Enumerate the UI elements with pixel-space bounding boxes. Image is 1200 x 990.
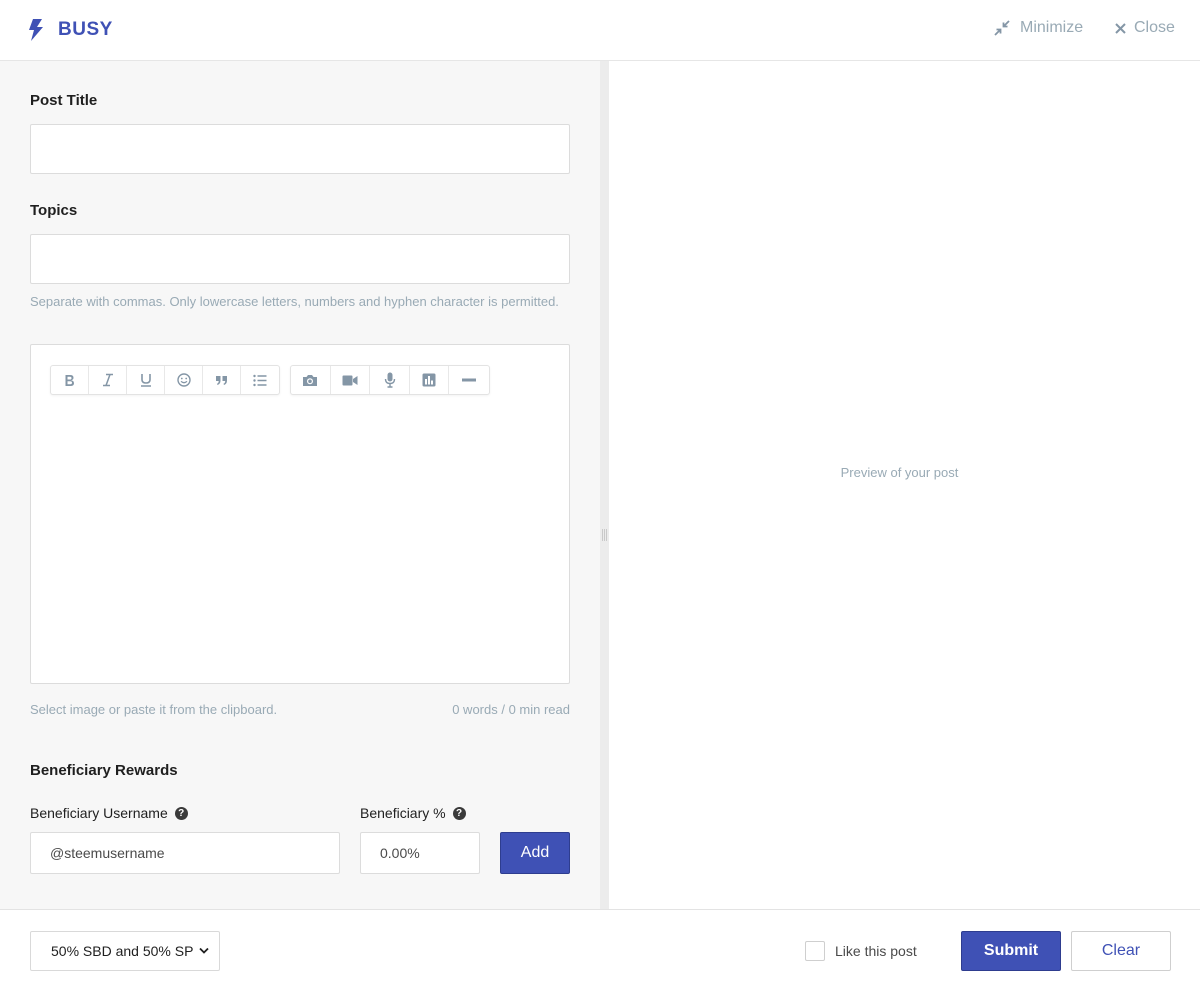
footer-bar: 50% SBD and 50% SP Like this post Submit…	[0, 909, 1200, 990]
insert-video-button[interactable]	[331, 366, 371, 394]
reward-select-value: 50% SBD and 50% SP	[51, 943, 194, 959]
panel-resizer[interactable]	[600, 61, 609, 909]
preview-panel: Preview of your post	[609, 61, 1200, 909]
like-post-toggle[interactable]: Like this post	[805, 941, 917, 961]
beneficiary-username-label: Beneficiary Username ?	[30, 805, 188, 821]
bold-icon	[65, 374, 74, 386]
minimize-label: Minimize	[1020, 19, 1084, 36]
quote-button[interactable]	[203, 366, 241, 394]
format-toolbar	[50, 365, 280, 395]
close-label: Close	[1134, 19, 1175, 36]
beneficiary-percent-label: Beneficiary % ?	[360, 805, 466, 821]
help-icon[interactable]: ?	[174, 806, 188, 820]
like-checkbox[interactable]	[805, 941, 825, 961]
bold-button[interactable]	[51, 366, 89, 394]
insert-divider-button[interactable]	[449, 366, 489, 394]
beneficiary-percent-input[interactable]: 0.00%	[360, 832, 480, 874]
camera-icon	[303, 374, 318, 386]
beneficiary-username-text: Beneficiary Username	[30, 805, 168, 821]
beneficiary-percent-text: Beneficiary %	[360, 805, 446, 821]
post-title-input[interactable]	[30, 124, 570, 174]
underline-icon	[140, 374, 151, 387]
chart-icon	[422, 373, 436, 387]
minimize-button[interactable]: Minimize	[994, 19, 1083, 37]
post-body-editor[interactable]	[30, 344, 570, 684]
insert-toolbar	[290, 365, 490, 395]
add-beneficiary-button[interactable]: Add	[500, 832, 570, 874]
close-button[interactable]: Close	[1115, 19, 1175, 37]
insert-audio-button[interactable]	[370, 366, 410, 394]
post-title-label: Post Title	[30, 92, 98, 109]
close-icon	[1115, 22, 1126, 34]
busy-logo[interactable]: BUSY	[28, 19, 113, 41]
video-icon	[342, 375, 358, 385]
insert-image-button[interactable]	[291, 366, 331, 394]
minimize-icon	[994, 20, 1010, 36]
topics-label: Topics	[30, 202, 78, 219]
quote-icon	[216, 375, 227, 385]
word-count: 0 words / 0 min read	[452, 702, 570, 717]
reward-select[interactable]: 50% SBD and 50% SP	[30, 931, 220, 971]
image-paste-hint: Select image or paste it from the clipbo…	[30, 702, 278, 717]
topics-input[interactable]	[30, 234, 570, 284]
chevron-down-icon	[199, 947, 209, 954]
topics-hint: Separate with commas. Only lowercase let…	[30, 294, 559, 309]
beneficiary-heading: Beneficiary Rewards	[30, 762, 178, 779]
emoji-button[interactable]	[165, 366, 203, 394]
resize-handle-icon[interactable]	[602, 529, 607, 541]
list-icon	[253, 374, 267, 386]
list-button[interactable]	[241, 366, 279, 394]
italic-icon	[102, 373, 113, 387]
brand-name: BUSY	[58, 19, 113, 40]
underline-button[interactable]	[127, 366, 165, 394]
emoji-icon	[176, 373, 191, 387]
insert-chart-button[interactable]	[410, 366, 450, 394]
preview-placeholder: Preview of your post	[840, 465, 959, 480]
lightning-bolt-icon	[29, 19, 43, 41]
help-icon[interactable]: ?	[452, 806, 466, 820]
clear-button[interactable]: Clear	[1071, 931, 1171, 971]
microphone-icon	[384, 372, 395, 388]
beneficiary-username-input[interactable]: @steemusername	[30, 832, 340, 874]
italic-button[interactable]	[89, 366, 127, 394]
like-label: Like this post	[835, 943, 917, 959]
top-header: BUSY Minimize Close	[0, 0, 1200, 61]
horizontal-rule-icon	[462, 378, 477, 382]
submit-button[interactable]: Submit	[961, 931, 1061, 971]
